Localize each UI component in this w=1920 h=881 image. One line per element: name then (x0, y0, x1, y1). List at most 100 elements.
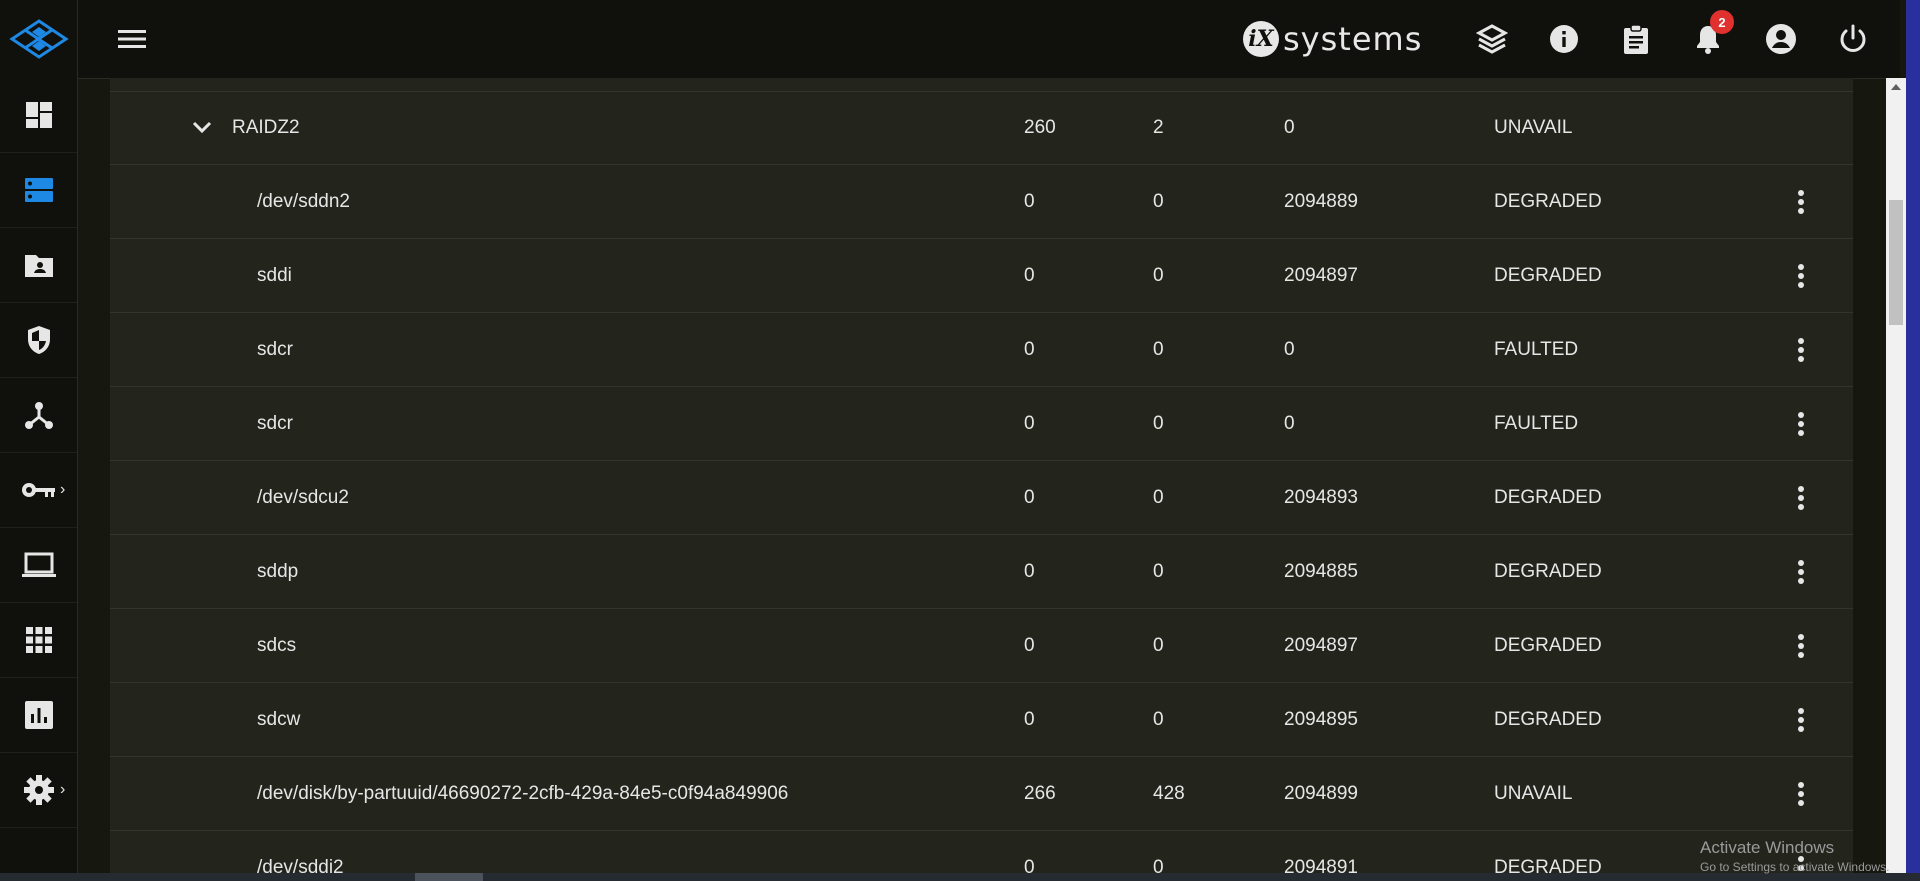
write-errors: 0 (1153, 191, 1164, 212)
read-errors: 0 (1024, 265, 1035, 286)
reporting-icon (24, 701, 53, 729)
status-text: DEGRADED (1494, 709, 1602, 730)
sidebar-item-virtualization[interactable] (0, 528, 77, 603)
write-errors: 0 (1153, 709, 1164, 730)
disk-name: sdcs (257, 635, 297, 656)
watermark-title: Activate Windows (1700, 838, 1835, 857)
checksum-errors: 2094897 (1284, 265, 1358, 286)
checksum-errors: 0 (1284, 117, 1295, 138)
bell-icon[interactable]: 2 (1690, 10, 1734, 57)
status-text: FAULTED (1494, 413, 1579, 434)
checksum-errors: 2094891 (1284, 857, 1358, 873)
disk-name: sdcr (257, 339, 293, 360)
table-row (110, 78, 1853, 92)
menu-icon[interactable] (112, 22, 152, 56)
sidebar-item-reporting[interactable] (0, 678, 77, 753)
chevron-down-icon[interactable] (190, 115, 214, 139)
sidebar: › › (0, 78, 78, 873)
write-errors: 0 (1153, 487, 1164, 508)
sidebar-item-directory-services[interactable] (0, 228, 77, 303)
read-errors: 0 (1024, 561, 1035, 582)
sidebar-item-dashboard[interactable] (0, 78, 77, 153)
dashboard-icon (25, 102, 52, 128)
more-vert-icon[interactable] (1786, 631, 1816, 661)
table-row: sdcr 0 0 0 FAULTED (110, 387, 1853, 461)
gear-icon (23, 775, 54, 805)
read-errors: 0 (1024, 635, 1035, 656)
table-row: sddp 0 0 2094885 DEGRADED (110, 535, 1853, 609)
key-icon (21, 483, 55, 497)
more-vert-icon[interactable] (1786, 187, 1816, 217)
read-errors: 266 (1024, 783, 1056, 804)
expand-arrow-icon: › (60, 781, 66, 798)
truecommand-icon[interactable] (1474, 21, 1510, 57)
pool-status-table: RAIDZ2 260 2 0 UNAVAIL /dev/sddn2 0 0 20… (110, 78, 1853, 873)
checksum-errors: 2094899 (1284, 783, 1358, 804)
checksum-errors: 2094893 (1284, 487, 1358, 508)
checksum-errors: 0 (1284, 413, 1295, 434)
status-text: DEGRADED (1494, 561, 1602, 582)
horizontal-scrollbar[interactable] (0, 873, 1920, 881)
vertical-scrollbar[interactable] (1886, 78, 1906, 873)
horizontal-scrollbar-thumb[interactable] (415, 873, 483, 881)
write-errors: 0 (1153, 561, 1164, 582)
ix-logo-text: systems (1283, 20, 1423, 58)
checksum-errors: 2094897 (1284, 635, 1358, 656)
power-icon[interactable] (1835, 21, 1871, 57)
checksum-errors: 0 (1284, 339, 1295, 360)
write-errors: 0 (1153, 265, 1164, 286)
sidebar-item-credentials[interactable] (0, 303, 77, 378)
scroll-up-arrow-icon[interactable] (1891, 84, 1901, 90)
table-row: sddi 0 0 2094897 DEGRADED (110, 239, 1853, 313)
more-vert-icon[interactable] (1786, 409, 1816, 439)
sidebar-item-system-settings[interactable]: › (0, 753, 77, 828)
apps-grid-icon (25, 627, 52, 653)
table-row: sdcw 0 0 2094895 DEGRADED (110, 683, 1853, 757)
disk-name: /dev/sddj2 (257, 857, 344, 873)
activate-windows-watermark: Activate Windows Go to Settings to activ… (1700, 838, 1889, 874)
sidebar-item-system-keys[interactable]: › (0, 453, 77, 528)
status-text: FAULTED (1494, 339, 1579, 360)
truenas-logo-icon[interactable] (0, 0, 78, 78)
storage-icon (24, 178, 53, 202)
sidebar-item-network[interactable] (0, 378, 77, 453)
more-vert-icon[interactable] (1786, 779, 1816, 809)
read-errors: 0 (1024, 857, 1035, 873)
watermark-subtitle: Go to Settings to activate Windows. (1700, 860, 1890, 874)
write-errors: 2 (1153, 117, 1164, 138)
read-errors: 0 (1024, 413, 1035, 434)
shield-icon (27, 326, 50, 354)
scrollbar-thumb[interactable] (1889, 200, 1903, 325)
account-icon[interactable] (1763, 21, 1799, 57)
expand-arrow-icon: › (60, 481, 66, 498)
status-text: UNAVAIL (1494, 783, 1573, 804)
table-row-vdev-group: RAIDZ2 260 2 0 UNAVAIL (110, 91, 1853, 165)
sidebar-item-apps[interactable] (0, 603, 77, 678)
checksum-errors: 2094895 (1284, 709, 1358, 730)
ix-logo-mark: iX (1243, 21, 1279, 57)
top-toolbar: iX systems 2 (0, 0, 1900, 79)
network-icon (24, 402, 53, 429)
sidebar-item-storage[interactable] (0, 153, 77, 228)
more-vert-icon[interactable] (1786, 557, 1816, 587)
write-errors: 428 (1153, 783, 1185, 804)
more-vert-icon[interactable] (1786, 705, 1816, 735)
disk-name: /dev/disk/by-partuuid/46690272-2cfb-429a… (257, 783, 789, 804)
more-vert-icon[interactable] (1786, 335, 1816, 365)
table-row: /dev/sddj2 0 0 2094891 DEGRADED (110, 831, 1853, 873)
notification-badge: 2 (1710, 10, 1734, 34)
table-row: /dev/sdcu2 0 0 2094893 DEGRADED (110, 461, 1853, 535)
disk-name: sdcr (257, 413, 293, 434)
more-vert-icon[interactable] (1786, 261, 1816, 291)
more-vert-icon[interactable] (1786, 483, 1816, 513)
read-errors: 0 (1024, 339, 1035, 360)
read-errors: 0 (1024, 487, 1035, 508)
clipboard-icon[interactable] (1618, 21, 1654, 57)
info-icon[interactable] (1546, 21, 1582, 57)
read-errors: 0 (1024, 191, 1035, 212)
status-text: DEGRADED (1494, 487, 1602, 508)
disk-name: /dev/sdcu2 (257, 487, 349, 508)
write-errors: 0 (1153, 635, 1164, 656)
status-text: DEGRADED (1494, 635, 1602, 656)
status-text: UNAVAIL (1494, 117, 1573, 138)
